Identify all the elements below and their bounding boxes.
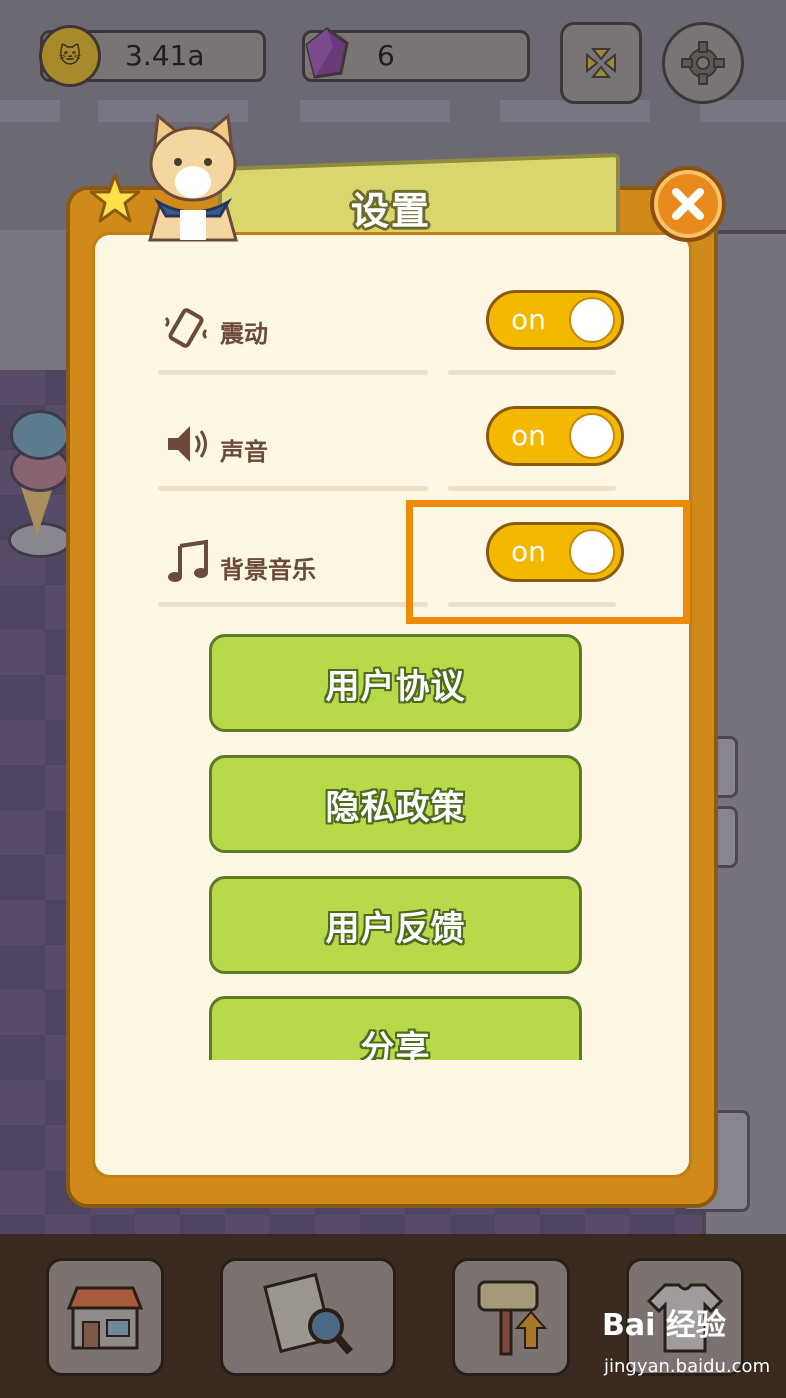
cat-mascot-icon (148, 113, 238, 242)
toggle-knob (569, 297, 615, 343)
shop-button[interactable] (46, 1258, 164, 1376)
storefront-icon (66, 1286, 144, 1350)
gem-value: 6 (377, 39, 395, 72)
button-label: 分享 (360, 1028, 431, 1061)
row-divider (158, 486, 428, 491)
close-button[interactable] (650, 166, 726, 242)
row-divider (448, 370, 616, 375)
dialog-title: 设置 (350, 189, 431, 233)
vibration-toggle[interactable]: on (486, 290, 624, 350)
watermark-brand: Bai 经验 (602, 1308, 726, 1343)
vibration-label: 震动 (220, 320, 268, 348)
row-divider (158, 602, 428, 607)
wall-stripe (300, 100, 450, 122)
watermark-url: jingyan.baidu.com (604, 1356, 771, 1377)
row-divider (158, 370, 428, 375)
button-label: 用户协议 (325, 666, 466, 707)
settings-button[interactable] (662, 22, 744, 104)
left-counter (0, 230, 72, 370)
coin-counter: 🐱 3.41a (39, 25, 266, 87)
star-icon (89, 173, 141, 223)
sound-label: 声音 (220, 438, 268, 466)
close-icon (672, 188, 704, 220)
wall-stripe (0, 100, 60, 122)
toggle-knob (569, 413, 615, 459)
magnifier-newspaper-icon (263, 1272, 354, 1355)
vibrate-icon (164, 308, 208, 348)
ice-cream-decoration (8, 410, 72, 560)
gear-icon (681, 41, 725, 85)
gem-counter: 6 (302, 27, 530, 82)
cat-coin-icon: 🐱 (39, 25, 101, 87)
upgrade-button[interactable] (452, 1258, 570, 1376)
share-button[interactable]: 分享 (209, 996, 582, 1060)
paint-roller-icon (477, 1280, 548, 1356)
speaker-icon (168, 426, 207, 462)
button-label: 隐私政策 (325, 787, 466, 828)
button-label: 用户反馈 (325, 908, 466, 949)
gem-icon (305, 27, 349, 79)
row-divider (448, 486, 616, 491)
sound-toggle[interactable]: on (486, 406, 624, 466)
wall-stripe (700, 100, 786, 122)
toggle-state: on (511, 419, 546, 452)
highlight-box (406, 500, 690, 624)
bgm-label: 背景音乐 (220, 556, 316, 584)
coin-value: 3.41a (125, 39, 205, 72)
collapse-button[interactable] (560, 22, 642, 104)
user-agreement-button[interactable]: 用户协议 (209, 634, 582, 732)
privacy-policy-button[interactable]: 隐私政策 (209, 755, 582, 853)
arrows-inward-icon (586, 48, 616, 78)
music-note-icon (168, 539, 208, 582)
search-recipes-button[interactable] (220, 1258, 396, 1376)
user-feedback-button[interactable]: 用户反馈 (209, 876, 582, 974)
toggle-state: on (511, 303, 546, 336)
scroll-clip: 分享 (200, 980, 600, 1060)
